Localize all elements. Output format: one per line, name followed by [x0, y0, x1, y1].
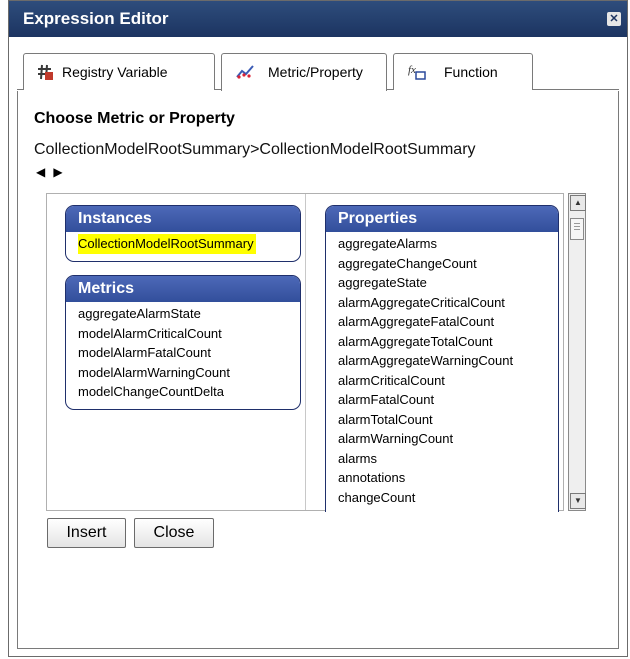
property-item[interactable]: changeCount: [338, 488, 546, 508]
scroll-up-icon[interactable]: ▲: [570, 195, 586, 211]
metric-item[interactable]: aggregateAlarmState: [78, 304, 288, 324]
registry-variable-icon: [38, 64, 53, 80]
property-item[interactable]: alarmAggregateWarningCount: [338, 351, 546, 371]
instances-header: Instances: [66, 206, 300, 232]
property-item[interactable]: aggregateChangeCount: [338, 254, 546, 274]
properties-header: Properties: [326, 206, 558, 232]
page-title: Choose Metric or Property: [34, 110, 235, 127]
close-icon[interactable]: ✕: [607, 12, 621, 26]
breadcrumb: CollectionModelRootSummary>CollectionMod…: [34, 141, 476, 158]
metric-item[interactable]: modelAlarmCriticalCount: [78, 324, 288, 344]
function-icon: fx: [408, 64, 426, 80]
metrics-panel: Metrics aggregateAlarmState modelAlarmCr…: [65, 275, 301, 410]
metric-item[interactable]: modelAlarmWarningCount: [78, 363, 288, 383]
property-item[interactable]: annotations: [338, 468, 546, 488]
metric-property-browser: Instances CollectionModelRootSummary Met…: [46, 193, 564, 512]
tab-metric-property-label: Metric/Property: [268, 64, 363, 80]
properties-panel: Properties aggregateAlarms aggregateChan…: [325, 205, 559, 512]
metric-item[interactable]: modelChangeCountDelta: [78, 382, 288, 402]
property-item[interactable]: alarmFatalCount: [338, 390, 546, 410]
property-item[interactable]: aggregateState: [338, 273, 546, 293]
metrics-header: Metrics: [66, 276, 300, 302]
property-item[interactable]: alarmAggregateTotalCount: [338, 332, 546, 352]
instance-item[interactable]: CollectionModelRootSummary: [78, 234, 256, 254]
vertical-scrollbar[interactable]: ▲ ▼: [568, 193, 586, 511]
property-item[interactable]: alarmAggregateFatalCount: [338, 312, 546, 332]
property-item[interactable]: alarmAggregateCriticalCount: [338, 293, 546, 313]
close-button[interactable]: Close: [134, 518, 214, 548]
scroll-down-icon[interactable]: ▼: [570, 493, 586, 509]
metric-property-icon: [236, 65, 254, 79]
property-item[interactable]: aggregateAlarms: [338, 234, 546, 254]
tab-registry-variable[interactable]: Registry Variable: [23, 53, 215, 90]
title-bar: Expression Editor ✕: [9, 1, 627, 37]
breadcrumb-navigation: ◀ ▶: [36, 165, 67, 179]
svg-text:fx: fx: [408, 64, 416, 76]
property-item[interactable]: alarmTotalCount: [338, 410, 546, 430]
tab-registry-variable-label: Registry Variable: [62, 64, 168, 80]
back-arrow-icon[interactable]: ◀: [36, 165, 50, 179]
property-item[interactable]: alarmWarningCount: [338, 429, 546, 449]
window-title: Expression Editor: [23, 9, 169, 28]
property-item[interactable]: alarmCriticalCount: [338, 371, 546, 391]
tab-metric-property[interactable]: Metric/Property: [221, 53, 387, 91]
forward-arrow-icon[interactable]: ▶: [53, 165, 67, 179]
insert-button[interactable]: Insert: [47, 518, 126, 548]
scrollbar-thumb[interactable]: [570, 218, 584, 240]
instances-panel: Instances CollectionModelRootSummary: [65, 205, 301, 262]
tab-function[interactable]: fx Function: [393, 53, 533, 90]
tab-bar: Registry Variable Metric/Property fx Fun…: [9, 37, 627, 91]
metric-item[interactable]: modelAlarmFatalCount: [78, 343, 288, 363]
property-item[interactable]: alarms: [338, 449, 546, 469]
tab-function-label: Function: [444, 64, 498, 80]
column-divider: [305, 194, 306, 510]
